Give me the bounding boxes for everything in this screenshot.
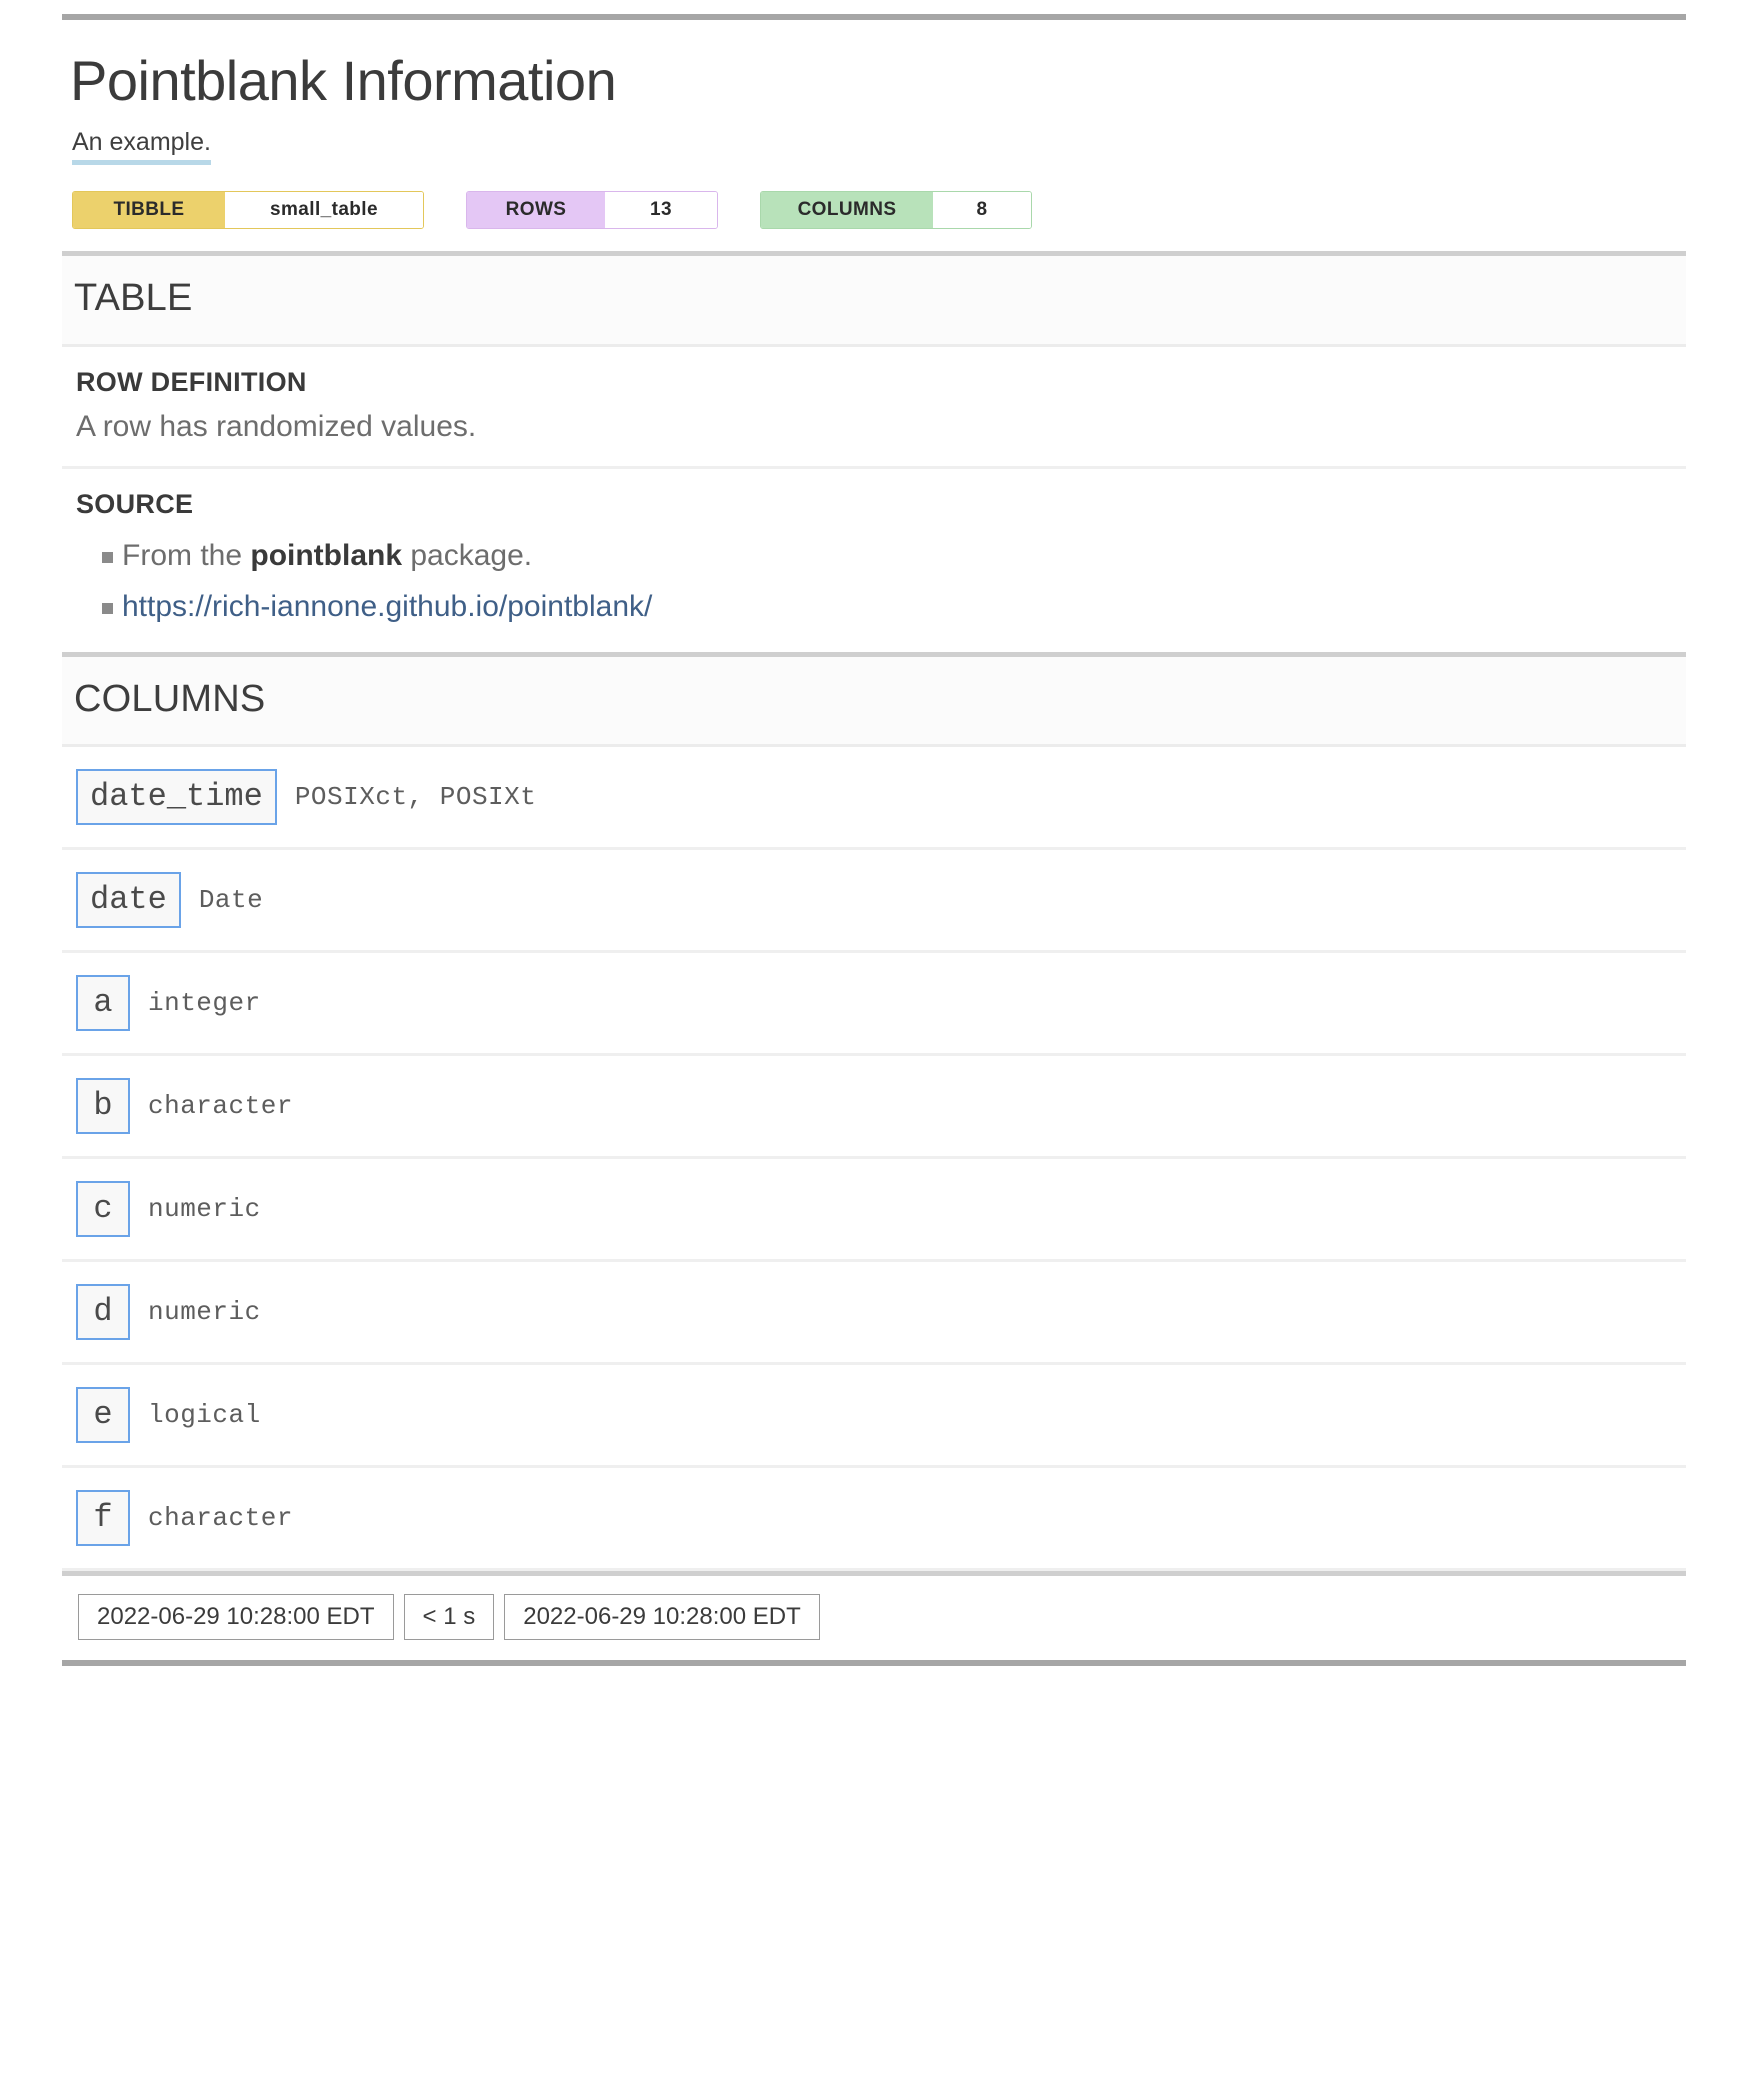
page-root: Pointblank Information An example. TIBBL… [0,0,1760,2092]
badge-tibble-value: small_table [225,192,423,229]
badge-tibble: TIBBLE small_table [72,191,424,230]
badge-tibble-label: TIBBLE [73,192,225,229]
report-header: Pointblank Information An example. TIBBL… [62,20,1686,251]
column-type-label: numeric [148,1297,261,1328]
column-type-label: POSIXct, POSIXt [294,782,537,813]
table-row: c numeric [62,1159,1686,1263]
badge-row: TIBBLE small_table ROWS 13 COLUMNS 8 [72,191,1686,230]
column-name-badge: date [76,872,181,929]
table-row: d numeric [62,1262,1686,1366]
column-type-label: Date [198,885,264,916]
table-row: e logical [62,1365,1686,1469]
column-name-badge: date_time [76,769,277,826]
table-row: date_time POSIXct, POSIXt [62,747,1686,851]
square-bullet-icon [102,551,113,563]
table-row: b character [62,1056,1686,1160]
column-name-badge: b [76,1078,130,1135]
column-type-label: character [148,1503,293,1534]
report-footer: 2022-06-29 10:28:00 EDT < 1 s 2022-06-29… [62,1571,1686,1660]
section-header-table: TABLE [62,251,1686,348]
badge-rows: ROWS 13 [466,191,718,230]
column-name-badge: e [76,1387,130,1444]
badge-rows-value: 13 [605,192,717,229]
source-package-prefix: From the [122,538,251,572]
section-title-columns: COLUMNS [74,677,266,720]
badge-columns-label: COLUMNS [761,192,933,229]
subtitle-container: An example. [72,128,1686,166]
footer-duration: < 1 s [403,1594,495,1640]
source-package-suffix: package. [402,538,533,572]
column-name-badge: f [76,1490,130,1547]
columns-list: date_time POSIXct, POSIXt date Date a in… [62,747,1686,1572]
column-name-badge: a [76,975,130,1032]
column-type-label: logical [148,1400,261,1431]
page-title: Pointblank Information [70,49,617,112]
square-bullet-icon [102,602,113,614]
source-link[interactable]: https://rich-iannone.github.io/pointblan… [122,590,652,623]
table-row: date Date [62,850,1686,954]
section-title-table: TABLE [74,277,193,320]
column-name-badge: c [76,1181,130,1238]
section-header-columns: COLUMNS [62,651,1686,748]
source-title: SOURCE [76,488,194,519]
footer-start-time: 2022-06-29 10:28:00 EDT [78,1594,394,1640]
source-package-name: pointblank [250,538,403,572]
report-subtitle: An example. [72,128,211,166]
table-row: a integer [62,953,1686,1057]
source-item-link[interactable]: https://rich-iannone.github.io/pointblan… [76,581,1686,632]
column-name-badge: d [76,1284,130,1341]
column-type-label: numeric [148,1194,261,1225]
badge-columns: COLUMNS 8 [760,191,1032,230]
footer-end-time: 2022-06-29 10:28:00 EDT [504,1594,820,1640]
row-definition-block: ROW DEFINITION A row has randomized valu… [62,347,1686,469]
table-row: f character [62,1468,1686,1572]
row-definition-text: A row has randomized values. [76,410,477,444]
source-block: SOURCE From the pointblank package. http… [62,469,1686,652]
source-list: From the pointblank package. https://ric… [76,530,1686,632]
pointblank-report: Pointblank Information An example. TIBBL… [62,14,1686,1666]
column-type-label: integer [148,988,261,1019]
row-definition-title: ROW DEFINITION [76,367,307,398]
source-item-package: From the pointblank package. [76,530,1686,581]
column-type-label: character [148,1091,293,1122]
badge-columns-value: 8 [933,192,1031,229]
badge-rows-label: ROWS [467,192,605,229]
